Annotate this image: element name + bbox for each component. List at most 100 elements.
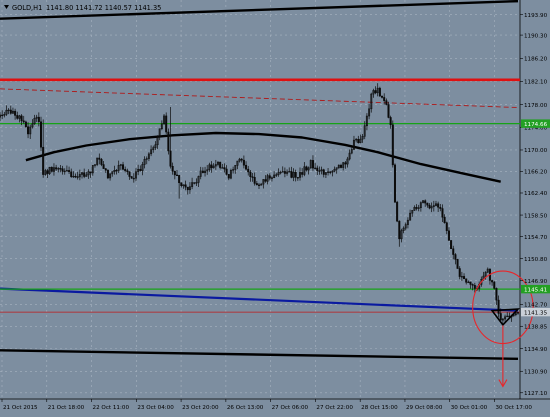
y-tick-label: 1127.10	[524, 391, 548, 397]
candle-bear	[439, 206, 442, 209]
candle-bear	[167, 131, 170, 152]
y-tick-label: 1182.10	[524, 80, 548, 86]
candle-bear	[454, 254, 457, 260]
x-tick-label: 23 Oct 04:00	[137, 405, 174, 411]
candle-bear	[16, 115, 19, 119]
candle-bear	[102, 164, 105, 169]
candle-bear	[437, 203, 440, 208]
candle-bear	[70, 171, 73, 177]
candle-bear	[398, 220, 401, 240]
candle-bear	[20, 115, 23, 122]
y-tick-label: 1178.00	[524, 103, 548, 109]
candle-bear	[296, 177, 299, 179]
candle-bear	[415, 207, 418, 209]
candle-bear	[469, 281, 472, 285]
candle-bear	[493, 281, 496, 289]
candle-bear	[497, 299, 500, 314]
candle-bear	[381, 95, 384, 98]
candle-bear	[456, 259, 459, 269]
candle-bear	[130, 176, 133, 179]
symbol-label: GOLD,H1	[12, 4, 42, 12]
candle-bear	[385, 100, 388, 105]
candle-bear	[59, 168, 62, 170]
candle-bear	[322, 169, 325, 175]
candle-bear	[499, 313, 502, 321]
candle-bear	[178, 175, 181, 184]
candle-bear	[357, 138, 360, 143]
candle-bear	[171, 166, 174, 172]
candle-bear	[55, 167, 58, 170]
y-tick-label: 1190.30	[524, 33, 548, 39]
candle-bear	[37, 116, 40, 123]
candle-bear	[443, 216, 446, 223]
y-tick-label: 1154.70	[524, 235, 548, 241]
candle-bear	[106, 169, 109, 179]
candle-bear	[441, 208, 444, 218]
candle-bear	[201, 170, 204, 173]
candle-bear	[139, 168, 142, 171]
candle-bear	[193, 182, 196, 184]
candle-bear	[76, 176, 79, 178]
candle-bear	[264, 179, 267, 182]
candle-bear	[294, 172, 297, 178]
candle-bear	[40, 121, 43, 148]
candle-bear	[463, 276, 466, 280]
candle-bear	[1, 114, 4, 117]
candle-bear	[283, 171, 286, 174]
x-tick-label: 26 Oct 13:00	[227, 405, 264, 411]
candle-bear	[249, 171, 252, 177]
candle-bear	[473, 285, 476, 289]
candle-bear	[447, 230, 450, 241]
ohlc-label: 1141.80 1141.72 1140.57 1141.35	[46, 4, 161, 12]
candle-bear	[428, 204, 431, 209]
candle-bear	[210, 164, 213, 169]
candle-bear	[424, 200, 427, 204]
price-chart[interactable]: 1193.90 1190.30 1186.20 1182.10 1178.00 1174.…	[0, 0, 550, 413]
candle-bear	[290, 171, 293, 178]
candle-bear	[22, 120, 25, 123]
candle-bear	[391, 124, 394, 166]
x-tick-label: 21 Oct 18:00	[48, 405, 85, 411]
y-tick-label: 1186.20	[524, 56, 548, 62]
y-tick-label: 1138.85	[524, 324, 548, 330]
candle-bear	[100, 159, 103, 165]
y-tick-label: 1162.40	[524, 191, 548, 197]
candle-bear	[245, 164, 248, 170]
candle-bear	[247, 168, 250, 173]
candle-bear	[223, 167, 226, 170]
x-tick-label: 22 Oct 11:00	[93, 405, 130, 411]
candle-bear	[89, 171, 92, 174]
x-tick-label: 30 Oct 17:00	[496, 405, 533, 411]
candle-bear	[98, 157, 101, 160]
candle-bear	[104, 168, 107, 171]
candle-bear	[24, 121, 27, 128]
candle-bear	[318, 170, 321, 172]
y-tick-label: 1170.00	[524, 148, 548, 154]
price-tag-label: 1141.35	[524, 310, 548, 316]
candle-bear	[46, 170, 49, 174]
candle-bear	[393, 164, 396, 203]
candle-bear	[50, 166, 53, 172]
x-tick-label: 28 Oct 15:00	[361, 405, 398, 411]
candle-bear	[255, 183, 258, 186]
candle-bear	[378, 87, 381, 97]
y-tick-label: 1134.90	[524, 347, 548, 353]
candle-bear	[268, 175, 271, 179]
candle-bear	[465, 278, 468, 283]
x-tick-label: 23 Oct 20:00	[182, 405, 219, 411]
candle-bear	[253, 177, 256, 184]
candle-bear	[257, 184, 261, 186]
x-tick-label: 21 Oct 2015	[3, 405, 38, 411]
candle-bear	[516, 312, 520, 314]
candle-bear	[61, 168, 64, 172]
candle-bear	[180, 182, 183, 186]
candle-bear	[383, 97, 386, 101]
candle-bear	[122, 164, 125, 170]
candle-bear	[374, 90, 377, 94]
candle-bear	[175, 174, 178, 176]
candle-bear	[458, 268, 461, 277]
candle-bear	[27, 126, 30, 135]
candle-bear	[311, 160, 314, 169]
price-tag-label: 1174.66	[524, 122, 548, 128]
candle-bear	[42, 146, 45, 175]
